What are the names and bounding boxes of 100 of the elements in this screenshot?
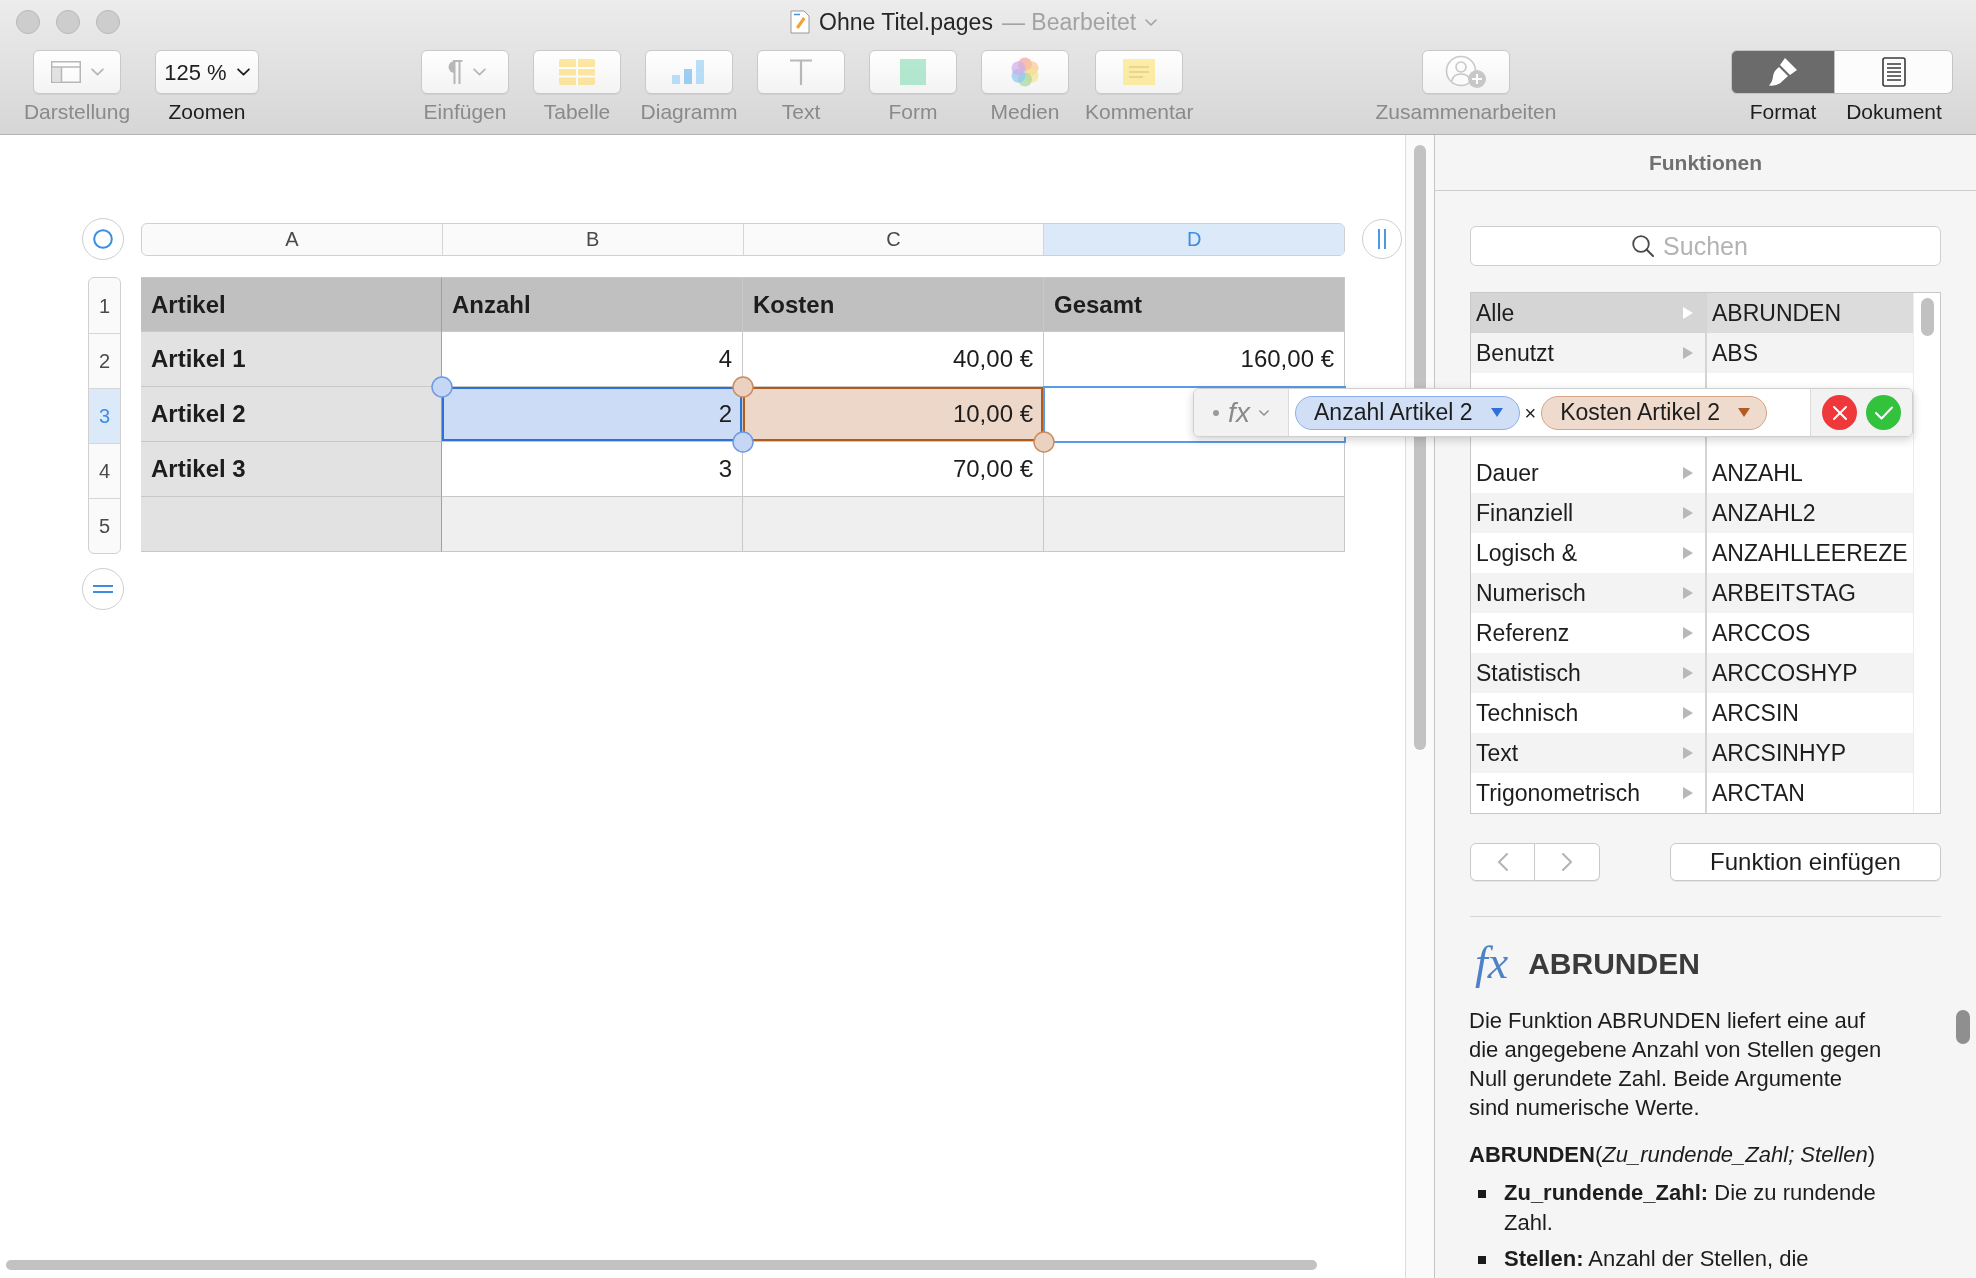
close-button[interactable] [16,10,40,34]
toolbar-label: Text [781,99,821,125]
function-description: Die Funktion ABRUNDEN liefert eine auf die angegebene Anzahl von Stellen gegen Null gerundete Zahl. Beide Argumente sind numerische Werte. [1469,1007,1883,1122]
category-item[interactable]: Benutzt [1471,333,1705,373]
triangle-right-icon [1683,507,1693,519]
confirm-button[interactable] [1866,395,1901,430]
function-item[interactable]: ARCCOSHYP [1707,653,1913,693]
triangle-right-icon [1683,347,1693,359]
document-tab[interactable] [1835,50,1953,94]
category-item[interactable]: Alle [1471,293,1705,333]
bullet-icon [1478,1190,1486,1198]
double-line-icon [93,584,113,594]
toolbar-label: Format [1749,99,1817,125]
add-person-icon [1445,55,1487,89]
toolbar-label: Zusammenarbeiten [1375,99,1557,125]
function-item[interactable]: ABS [1707,333,1913,373]
function-name: ABRUNDEN [1528,945,1700,982]
column-header[interactable]: A [142,223,442,255]
cancel-button[interactable] [1822,395,1857,430]
toolbar-label: Medien [990,99,1060,125]
category-item[interactable]: Numerisch [1471,573,1705,613]
toolbar-label: Einfügen [423,99,507,125]
table-handle[interactable] [82,218,124,260]
maximize-button[interactable] [96,10,120,34]
close-icon [1832,405,1847,420]
table-icon [559,59,595,85]
row-header[interactable]: 1 [89,278,120,333]
operator-sign: × [1524,400,1537,426]
triangle-right-icon [1683,787,1693,799]
panel-title: Funktionen [1648,149,1763,176]
reference-token[interactable]: Kosten Artikel 2 [1541,395,1768,430]
circle-handle-icon[interactable] [431,376,453,398]
chevron-down-icon [1145,18,1158,26]
flower-icon [1010,57,1040,87]
category-item[interactable]: Finanziell [1471,493,1705,533]
table-cell: Artikel 1 [141,332,442,387]
bar-chart-icon [672,60,706,84]
table-cell: 160,00 € [1044,332,1345,387]
function-item[interactable]: ARBEITSTAG [1707,573,1913,613]
scrollbar-thumb[interactable] [1920,298,1934,336]
header-cell: Kosten [743,277,1044,332]
function-item[interactable]: ABRUNDEN [1707,293,1913,333]
triangle-right-icon [1683,307,1693,319]
function-syntax: ABRUNDEN(Zu_rundende_Zahl; Stellen) [1469,1141,1876,1169]
insert-function-button[interactable]: Funktion einfügen [1670,843,1941,881]
format-tab[interactable] [1731,50,1835,94]
square-icon [900,59,926,85]
scrollbar-thumb[interactable] [1956,1010,1970,1044]
circle-handle-icon[interactable] [732,376,754,398]
argument-description: Stellen: Anzahl der Stellen, die [1504,1245,1810,1273]
reference-token[interactable]: Anzahl Artikel 2 [1295,395,1520,430]
zoom-button[interactable]: 125 % [155,50,259,94]
category-item[interactable]: Statistisch [1471,653,1705,693]
fx-symbol: fx [1475,940,1509,986]
ring-icon [93,229,113,249]
toolbar-label: Darstellung [23,99,131,125]
layout-icon [50,61,81,83]
function-item[interactable]: ARCSINHYP [1707,733,1913,773]
triangle-right-icon [1683,627,1693,639]
chevron-left-icon [1497,853,1508,871]
toolbar-label: Dokument [1846,99,1942,125]
toolbar-label: Kommentar [1085,99,1194,125]
dot-icon [1213,409,1220,416]
triangle-right-icon [1683,667,1693,679]
circle-handle-icon[interactable] [732,431,754,453]
header-cell: Anzahl [442,277,743,332]
function-item[interactable]: ANZAHL2 [1707,493,1913,533]
row-handle[interactable] [82,568,124,610]
double-bar-icon [1377,229,1387,249]
chevron-right-icon [1562,853,1572,871]
header-cell: Gesamt [1044,277,1345,332]
triangle-right-icon [1683,707,1693,719]
chevron-down-icon [90,68,104,76]
triangle-right-icon [1683,467,1693,479]
circle-handle-icon[interactable] [1033,431,1055,453]
triangle-right-icon [1683,587,1693,599]
toolbar-label: Diagramm [640,99,738,125]
document-icon [1881,57,1906,87]
column-header[interactable]: B [441,223,743,255]
column-handle[interactable] [1362,219,1402,259]
window-title: Ohne Titel.pages [819,7,993,37]
table-cell: Artikel 2 [141,387,442,442]
row-header[interactable]: 5 [89,498,120,553]
toolbar-label: Zoomen [168,99,246,125]
toolbar-label: Tabelle [543,99,611,125]
triangle-right-icon [1683,547,1693,559]
paintbrush-icon [1768,57,1798,87]
table-cell: 2 [442,387,743,442]
category-item[interactable]: Text [1471,733,1705,773]
search-field[interactable]: Suchen [1470,226,1941,266]
scrollbar-thumb[interactable] [6,1260,1317,1270]
triangle-right-icon [1683,747,1693,759]
chevron-down-icon [472,68,486,76]
chevron-down-icon [236,68,250,76]
table-cell: Artikel 3 [141,442,442,497]
row-header[interactable]: 4 [89,443,120,498]
toolbar-label: Form [888,99,938,125]
document-icon [790,10,810,34]
minimize-button[interactable] [56,10,80,34]
search-icon [1632,235,1654,257]
